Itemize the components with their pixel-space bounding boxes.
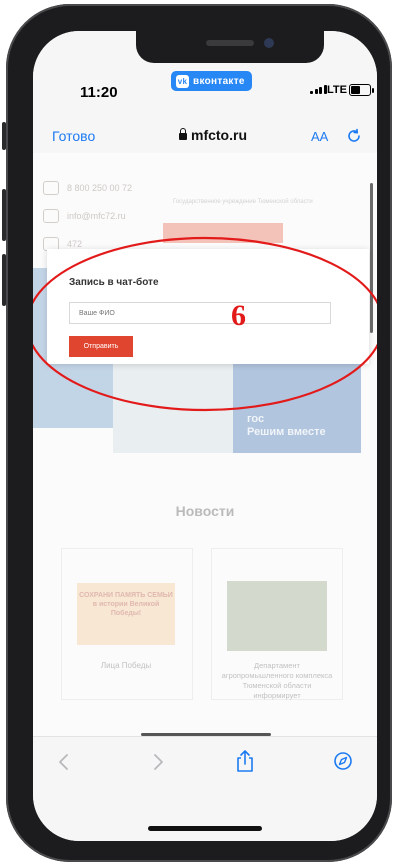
- contact-email: info@mfc72.ru: [43, 209, 126, 223]
- header-note: Государственное учреждение Тюменской обл…: [173, 199, 313, 205]
- vk-return-badge[interactable]: vk вконтакте: [171, 71, 252, 91]
- done-button[interactable]: Готово: [52, 128, 95, 144]
- lock-icon: [179, 128, 187, 140]
- camera: [264, 38, 274, 48]
- vk-badge-label: вконтакте: [193, 75, 245, 87]
- reload-icon[interactable]: [346, 128, 362, 144]
- battery-icon: [349, 84, 374, 96]
- browser-navbar: Готово mfcto.ru AA: [33, 121, 377, 153]
- contact-phone: 8 800 250 00 72: [43, 181, 132, 195]
- volume-down-button: [2, 254, 6, 306]
- status-time: 11:20: [80, 84, 118, 101]
- vk-logo-icon: vk: [176, 74, 189, 88]
- annotation-number: 6: [231, 299, 246, 332]
- news-title: Новости: [175, 503, 235, 519]
- phone-frame: 11:20 vk вконтакте LTE Готово mfcto.ru A…: [2, 4, 392, 862]
- address-bar[interactable]: mfcto.ru: [179, 127, 247, 143]
- back-icon[interactable]: [57, 753, 71, 771]
- signal-icon: [310, 85, 327, 94]
- compass-icon[interactable]: [333, 751, 353, 771]
- news-caption-2: Департамент агропромышленного комплекса …: [221, 661, 333, 700]
- mute-switch: [2, 122, 6, 150]
- url-text: mfcto.ru: [191, 127, 247, 143]
- news-image-1: СОХРАНИ ПАМЯТЬ СЕМЬИ в истории Великой П…: [77, 583, 175, 645]
- forward-icon[interactable]: [151, 753, 165, 771]
- phone-screen: 11:20 vk вконтакте LTE Готово mfcto.ru A…: [33, 31, 377, 841]
- annotation-ellipse: [33, 236, 377, 412]
- news-image-2: [227, 581, 327, 651]
- speaker: [206, 40, 254, 46]
- share-icon[interactable]: [235, 749, 255, 773]
- text-size-button[interactable]: AA: [311, 129, 328, 144]
- mail-icon: [43, 209, 59, 223]
- notch: [136, 31, 324, 63]
- phone-icon: [43, 181, 59, 195]
- home-indicator[interactable]: [148, 826, 262, 831]
- news-caption-1: Лица Победы: [100, 661, 152, 670]
- volume-up-button: [2, 189, 6, 241]
- network-type: LTE: [327, 84, 347, 96]
